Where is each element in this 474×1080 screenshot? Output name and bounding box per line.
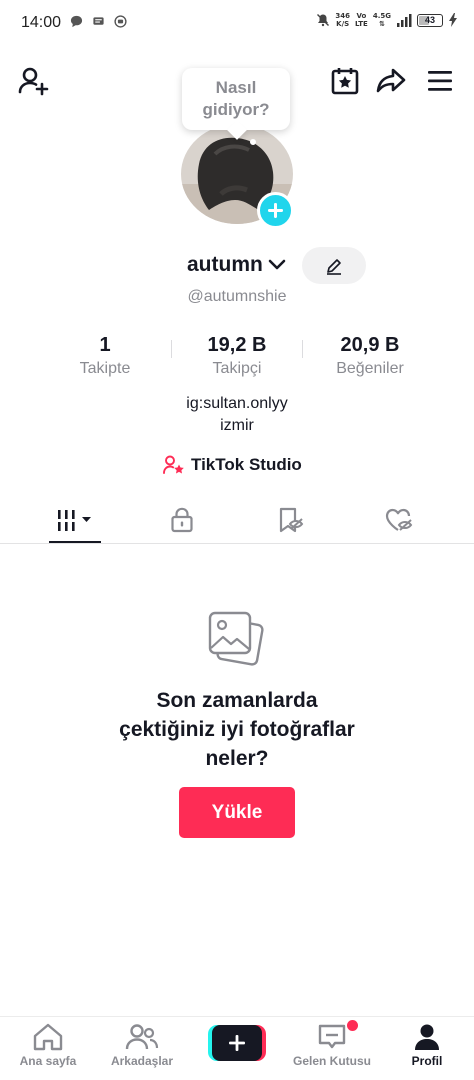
net-unit: K/S: [336, 20, 350, 28]
nav-profile-label: Profil: [411, 1054, 443, 1068]
volte-label: Vo: [356, 12, 367, 20]
bio-line-1: ig:sultan.onlyy: [186, 395, 288, 412]
username-switcher[interactable]: autumn: [187, 253, 287, 277]
active-tab-indicator: [49, 541, 101, 543]
calendar-button[interactable]: [328, 64, 362, 98]
inbox-notification-dot: [347, 1020, 358, 1031]
stat-followers[interactable]: 19,2 B Takipçi: [172, 333, 302, 379]
profile-icon: [415, 1024, 439, 1050]
edit-profile-button[interactable]: [302, 247, 366, 284]
pencil-icon: [327, 258, 341, 275]
tab-private[interactable]: [132, 496, 232, 543]
mute-bell-icon: [317, 14, 330, 27]
network-type: 4.5G: [372, 12, 391, 20]
create-button[interactable]: [208, 1025, 266, 1061]
calendar-star-icon: [331, 68, 359, 95]
empty-state-title: Son zamanlarda çektiğiniz iyi fotoğrafla…: [119, 689, 355, 770]
share-arrow-icon: [376, 68, 406, 93]
following-label: Takipte: [79, 360, 131, 377]
charging-icon: [449, 13, 457, 27]
nav-friends-label: Arkadaşlar: [110, 1054, 174, 1068]
creator-star-icon: [163, 455, 184, 474]
share-profile-button[interactable]: [374, 64, 408, 98]
stat-following[interactable]: 1 Takipte: [40, 333, 170, 379]
friends-icon: [125, 1024, 159, 1050]
plus-icon: [268, 203, 283, 218]
chat-bubble-icon: [70, 15, 83, 28]
chevron-down-icon: [268, 259, 286, 270]
media-icon: [114, 15, 127, 28]
nav-inbox-label: Gelen Kutusu: [292, 1054, 371, 1068]
tab-liked[interactable]: [349, 496, 449, 543]
status-time: 14:00: [21, 14, 62, 31]
net-speed: 346: [335, 12, 350, 20]
likes-count: 20,9 B: [340, 334, 400, 356]
plus-icon: [229, 1035, 245, 1051]
inbox-icon: [318, 1024, 346, 1049]
tiktok-studio-link[interactable]: TikTok Studio: [163, 455, 302, 475]
message-icon: [93, 17, 104, 25]
followers-count: 19,2 B: [207, 334, 267, 356]
note-bubble[interactable]: Nasıl gidiyor?: [182, 68, 290, 130]
nav-friends[interactable]: Arkadaşlar: [97, 1023, 187, 1068]
nav-inbox[interactable]: Gelen Kutusu: [287, 1023, 377, 1068]
tab-videos[interactable]: [25, 496, 125, 543]
upload-button[interactable]: Yükle: [179, 787, 295, 838]
stat-likes[interactable]: 20,9 B Beğeniler: [305, 333, 435, 379]
add-user-icon: [18, 67, 49, 96]
grid-dropdown-icon: [58, 509, 91, 531]
bookmark-hidden-icon: [279, 507, 304, 532]
lte-label: LTE: [354, 20, 368, 28]
lock-icon: [171, 507, 193, 532]
nav-profile[interactable]: Profil: [382, 1023, 472, 1068]
menu-button[interactable]: [423, 64, 457, 98]
studio-label: TikTok Studio: [191, 455, 302, 474]
following-count: 1: [99, 334, 111, 356]
profile-tabs: [0, 496, 474, 544]
signal-icon: [397, 13, 412, 27]
username: autumn: [187, 253, 263, 276]
status-bar: 14:00 346 K/S Vo LTE 4.5G ⇅ 43: [0, 0, 474, 46]
likes-label: Beğeniler: [336, 360, 404, 377]
add-friend-button[interactable]: [16, 64, 50, 98]
avatar-add-button[interactable]: [257, 192, 294, 229]
bottom-nav: Ana sayfa Arkadaşlar Gelen Kutusu Profil: [0, 1016, 474, 1080]
nav-home[interactable]: Ana sayfa: [3, 1023, 93, 1068]
hamburger-menu-icon: [428, 71, 452, 91]
bio-line-2: izmir: [220, 417, 254, 434]
battery-indicator: 43: [417, 13, 443, 27]
user-handle: @autumnshie: [187, 288, 287, 305]
followers-label: Takipçi: [212, 360, 262, 377]
home-icon: [33, 1023, 63, 1051]
heart-hidden-icon: [385, 508, 413, 531]
photos-icon: [208, 611, 264, 666]
tab-saved[interactable]: [241, 496, 341, 543]
nav-home-label: Ana sayfa: [19, 1054, 77, 1068]
